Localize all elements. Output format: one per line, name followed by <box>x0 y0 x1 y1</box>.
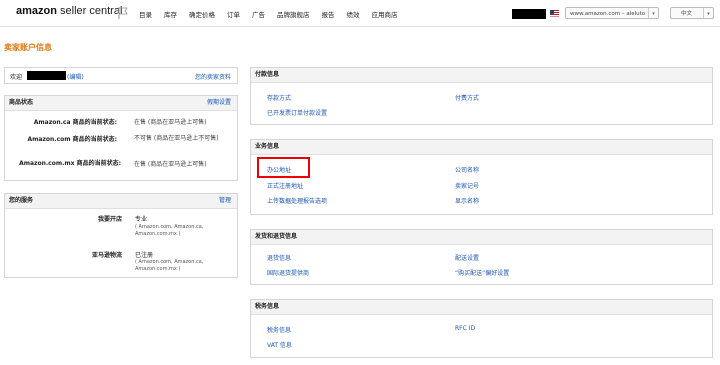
status-value-ca: 在售 (商品在亚马逊上可售) <box>134 119 207 126</box>
page-title: 卖家账户信息 <box>4 43 52 52</box>
listing-status-header: 商品状态 假期设置 <box>5 96 237 111</box>
service-value-fba: 已注册 <box>135 252 154 259</box>
international-returns-provider-link[interactable]: 国际退货提供商 <box>267 268 309 277</box>
tax-info-header: 税务信息 <box>251 300 712 315</box>
amazon-seller-central-logo[interactable]: amazon seller central <box>16 5 122 17</box>
nav-advertising[interactable]: 广告 <box>252 9 265 19</box>
your-services-box: 您的服务 管理 我要开店 专业 ( Amazon.com, Amazon.ca,… <box>4 193 238 278</box>
nav-orders[interactable]: 订单 <box>227 9 240 19</box>
your-services-title: 您的服务 <box>9 197 34 204</box>
display-name-link[interactable]: 显示名称 <box>455 196 479 205</box>
logo-product: seller central <box>56 5 123 17</box>
shipping-returns-box: 发货和退货信息 退货信息 配送设置 国际退货提供商 “购买配送”偏好设置 <box>250 229 713 285</box>
status-value-mx: 在售 (商品在亚马逊上可售) <box>134 161 207 168</box>
highlight-box <box>257 157 310 178</box>
flag-icon[interactable] <box>118 7 128 19</box>
us-flag-icon <box>550 10 559 17</box>
vat-info-link[interactable]: VAT 信息 <box>267 340 292 349</box>
business-info-box: 业务信息 办公地址 公司名称 正式注册地址 卖家记号 上传数据处理报告选项 显示… <box>250 139 713 215</box>
your-services-header: 您的服务 管理 <box>5 194 237 209</box>
service-detail-fba: ( Amazon.com, Amazon.ca, Amazon.com.mx ) <box>135 259 204 272</box>
status-label-mx: Amazon.com.mx 商品的当前状态: <box>19 160 121 167</box>
nav-stores[interactable]: 品牌旗舰店 <box>277 9 310 19</box>
nav-appstore[interactable]: 应用商店 <box>372 9 398 19</box>
marketplace-select-value: www.amazon.com – aleluto <box>570 11 646 17</box>
invoiced-order-payment-settings-link[interactable]: 已开发票订单付款设置 <box>267 108 327 117</box>
redacted-account-name <box>512 9 546 19</box>
listing-status-box: 商品状态 假期设置 Amazon.ca 商品的当前状态: 在售 (商品在亚马逊上… <box>4 95 238 181</box>
service-detail-selling: ( Amazon.com, Amazon.ca, Amazon.com.mx ) <box>135 224 204 237</box>
top-navigation-bar: amazon seller central 目录 库存 确定价格 订单 广告 品… <box>0 0 720 27</box>
nav-inventory[interactable]: 库存 <box>164 9 177 19</box>
seller-token-link[interactable]: 卖家记号 <box>455 181 479 190</box>
business-info-title: 业务信息 <box>255 143 280 150</box>
deposit-methods-link[interactable]: 存款方式 <box>267 93 291 102</box>
nav-performance[interactable]: 绩效 <box>347 9 360 19</box>
service-label-selling: 我要开店 <box>97 216 122 223</box>
status-label-com: Amazon.com 商品的当前状态: <box>27 136 117 143</box>
main-nav: 目录 库存 确定价格 订单 广告 品牌旗舰店 报告 绩效 应用商店 <box>139 9 410 19</box>
status-value-com: 不可售 (商品在亚马逊上不可售) <box>134 135 219 142</box>
language-select-value: 中文 <box>681 11 693 17</box>
legal-registered-address-link[interactable]: 正式注册地址 <box>267 181 303 190</box>
welcome-box: 欢迎 (编辑) 您的卖家资料 <box>4 67 238 84</box>
manage-services-link[interactable]: 管理 <box>219 194 231 208</box>
redacted-seller-name <box>27 71 66 80</box>
marketplace-select[interactable]: www.amazon.com – aleluto ▾ <box>565 7 659 19</box>
buy-shipping-preferences-link[interactable]: “购买配送”偏好设置 <box>455 268 509 277</box>
service-value-selling: 专业 <box>135 216 148 223</box>
chevron-down-icon: ▾ <box>648 8 658 18</box>
logo-brand: amazon <box>16 5 57 17</box>
payment-info-box: 付款信息 存款方式 付费方式 已开发票订单付款设置 <box>250 67 713 125</box>
tax-info-title: 税务信息 <box>255 303 280 310</box>
tax-information-link[interactable]: 税务信息 <box>267 325 291 334</box>
listing-status-title: 商品状态 <box>9 99 34 106</box>
business-info-header: 业务信息 <box>251 140 712 155</box>
tax-info-box: 税务信息 税务信息 RFC ID VAT 信息 <box>250 299 713 358</box>
charge-methods-link[interactable]: 付费方式 <box>455 93 479 102</box>
welcome-text: 欢迎 <box>10 74 23 81</box>
seller-profile-link[interactable]: 您的卖家资料 <box>195 72 231 81</box>
shipping-returns-title: 发货和退货信息 <box>255 233 298 240</box>
nav-pricing[interactable]: 确定价格 <box>189 9 215 19</box>
shipping-returns-header: 发货和退货信息 <box>251 230 712 245</box>
return-info-link[interactable]: 退货信息 <box>267 253 291 262</box>
payment-info-title: 付款信息 <box>255 71 280 78</box>
chevron-down-icon: ▾ <box>703 8 713 18</box>
edit-link[interactable]: (编辑) <box>67 72 84 81</box>
service-label-fba: 亚马逊物流 <box>91 252 122 259</box>
shipping-settings-link[interactable]: 配送设置 <box>455 253 479 262</box>
nav-catalog[interactable]: 目录 <box>139 9 152 19</box>
status-label-ca: Amazon.ca 商品的当前状态: <box>33 119 117 126</box>
company-name-link[interactable]: 公司名称 <box>455 165 479 174</box>
payment-info-header: 付款信息 <box>251 68 712 83</box>
upload-data-processing-report-link[interactable]: 上传数据处理报告选项 <box>267 196 327 205</box>
language-select[interactable]: 中文 ▾ <box>670 7 714 19</box>
vacation-settings-link[interactable]: 假期设置 <box>207 96 231 110</box>
nav-reports[interactable]: 报告 <box>322 9 335 19</box>
rfc-id-link[interactable]: RFC ID <box>455 325 475 332</box>
